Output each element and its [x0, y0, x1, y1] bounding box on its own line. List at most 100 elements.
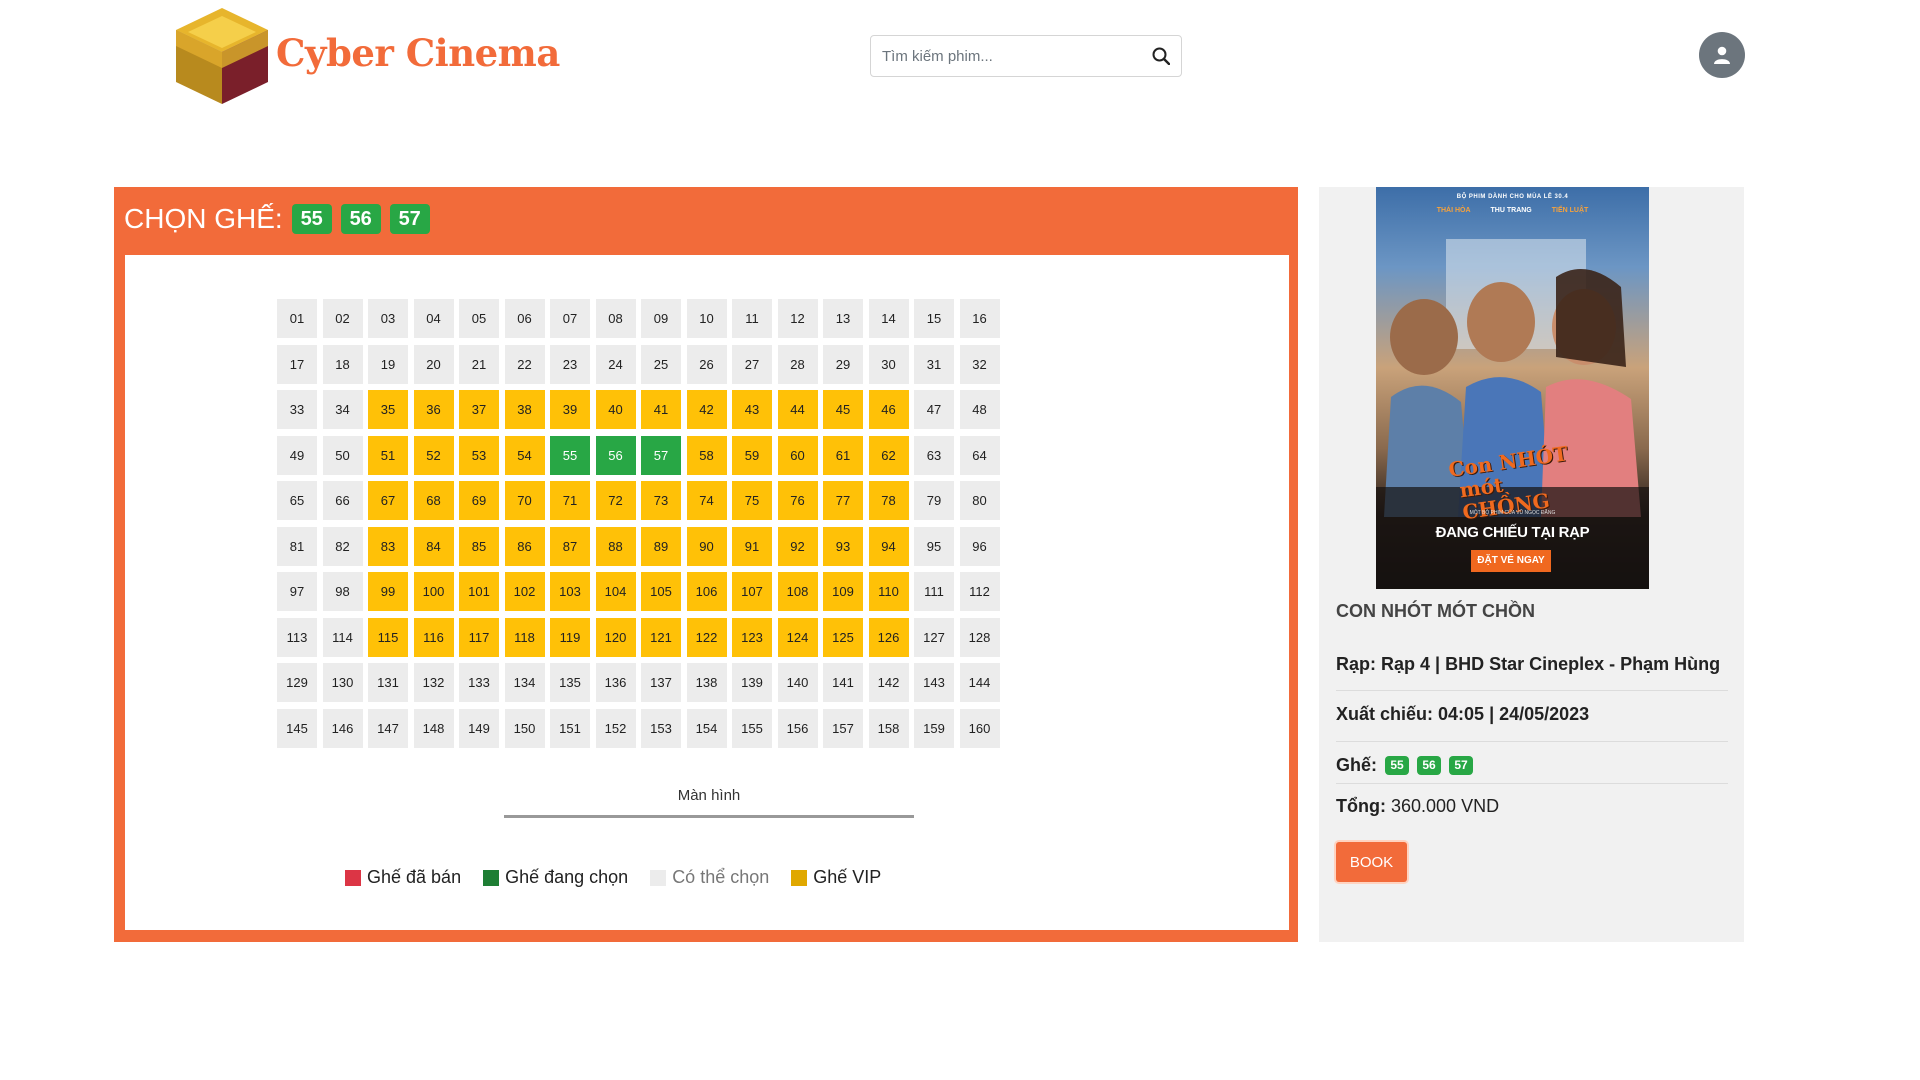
seat-144[interactable]: 144: [959, 663, 1000, 702]
seat-13[interactable]: 13: [823, 299, 863, 338]
seat-48[interactable]: 48: [959, 390, 1000, 429]
book-button[interactable]: BOOK: [1336, 842, 1407, 882]
seat-29[interactable]: 29: [823, 344, 863, 384]
seat-21[interactable]: 21: [459, 344, 499, 384]
seat-93[interactable]: 93: [823, 526, 863, 566]
seat-86[interactable]: 86: [504, 526, 545, 566]
seat-156[interactable]: 156: [777, 708, 818, 748]
seat-109[interactable]: 109: [823, 572, 863, 611]
seat-94[interactable]: 94: [868, 526, 909, 566]
seat-70[interactable]: 70: [504, 481, 545, 520]
seat-66[interactable]: 66: [322, 481, 363, 520]
seat-105[interactable]: 105: [641, 572, 681, 611]
seat-52[interactable]: 52: [413, 435, 454, 475]
seat-01[interactable]: 01: [277, 299, 317, 338]
seat-15[interactable]: 15: [914, 299, 954, 338]
seat-117[interactable]: 117: [459, 617, 499, 657]
seat-130[interactable]: 130: [322, 663, 363, 702]
seat-148[interactable]: 148: [413, 708, 454, 748]
seat-90[interactable]: 90: [686, 526, 727, 566]
seat-78[interactable]: 78: [868, 481, 909, 520]
seat-95[interactable]: 95: [914, 526, 954, 566]
seat-09[interactable]: 09: [641, 299, 681, 338]
seat-41[interactable]: 41: [641, 390, 681, 429]
seat-116[interactable]: 116: [413, 617, 454, 657]
seat-136[interactable]: 136: [595, 663, 636, 702]
seat-139[interactable]: 139: [732, 663, 772, 702]
seat-159[interactable]: 159: [914, 708, 954, 748]
seat-106[interactable]: 106: [686, 572, 727, 611]
seat-112[interactable]: 112: [959, 572, 1000, 611]
seat-140[interactable]: 140: [777, 663, 818, 702]
seat-19[interactable]: 19: [368, 344, 408, 384]
seat-101[interactable]: 101: [459, 572, 499, 611]
seat-138[interactable]: 138: [686, 663, 727, 702]
seat-62[interactable]: 62: [868, 435, 909, 475]
seat-44[interactable]: 44: [777, 390, 818, 429]
seat-58[interactable]: 58: [686, 435, 727, 475]
seat-123[interactable]: 123: [732, 617, 772, 657]
seat-67[interactable]: 67: [368, 481, 408, 520]
seat-03[interactable]: 03: [368, 299, 408, 338]
seat-154[interactable]: 154: [686, 708, 727, 748]
seat-33[interactable]: 33: [277, 390, 317, 429]
seat-150[interactable]: 150: [504, 708, 545, 748]
seat-121[interactable]: 121: [641, 617, 681, 657]
seat-07[interactable]: 07: [550, 299, 590, 338]
seat-51[interactable]: 51: [368, 435, 408, 475]
seat-10[interactable]: 10: [686, 299, 727, 338]
seat-57[interactable]: 57: [641, 435, 681, 475]
seat-85[interactable]: 85: [459, 526, 499, 566]
seat-60[interactable]: 60: [777, 435, 818, 475]
seat-26[interactable]: 26: [686, 344, 727, 384]
seat-151[interactable]: 151: [550, 708, 590, 748]
seat-108[interactable]: 108: [777, 572, 818, 611]
seat-102[interactable]: 102: [504, 572, 545, 611]
seat-160[interactable]: 160: [959, 708, 1000, 748]
seat-45[interactable]: 45: [823, 390, 863, 429]
seat-126[interactable]: 126: [868, 617, 909, 657]
seat-59[interactable]: 59: [732, 435, 772, 475]
seat-107[interactable]: 107: [732, 572, 772, 611]
seat-100[interactable]: 100: [413, 572, 454, 611]
seat-64[interactable]: 64: [959, 435, 1000, 475]
seat-124[interactable]: 124: [777, 617, 818, 657]
seat-76[interactable]: 76: [777, 481, 818, 520]
seat-49[interactable]: 49: [277, 435, 317, 475]
seat-34[interactable]: 34: [322, 390, 363, 429]
seat-80[interactable]: 80: [959, 481, 1000, 520]
seat-87[interactable]: 87: [550, 526, 590, 566]
seat-77[interactable]: 77: [823, 481, 863, 520]
seat-98[interactable]: 98: [322, 572, 363, 611]
seat-127[interactable]: 127: [914, 617, 954, 657]
seat-128[interactable]: 128: [959, 617, 1000, 657]
seat-46[interactable]: 46: [868, 390, 909, 429]
seat-14[interactable]: 14: [868, 299, 909, 338]
seat-122[interactable]: 122: [686, 617, 727, 657]
seat-99[interactable]: 99: [368, 572, 408, 611]
search-input[interactable]: [871, 36, 1141, 76]
seat-35[interactable]: 35: [368, 390, 408, 429]
seat-113[interactable]: 113: [277, 617, 317, 657]
seat-37[interactable]: 37: [459, 390, 499, 429]
seat-118[interactable]: 118: [504, 617, 545, 657]
seat-91[interactable]: 91: [732, 526, 772, 566]
search-icon[interactable]: [1141, 36, 1181, 76]
brand-logo[interactable]: Cyber Cinema: [172, 6, 560, 106]
seat-114[interactable]: 114: [322, 617, 363, 657]
seat-120[interactable]: 120: [595, 617, 636, 657]
seat-84[interactable]: 84: [413, 526, 454, 566]
seat-22[interactable]: 22: [504, 344, 545, 384]
seat-73[interactable]: 73: [641, 481, 681, 520]
seat-104[interactable]: 104: [595, 572, 636, 611]
seat-149[interactable]: 149: [459, 708, 499, 748]
seat-141[interactable]: 141: [823, 663, 863, 702]
seat-18[interactable]: 18: [322, 344, 363, 384]
seat-75[interactable]: 75: [732, 481, 772, 520]
seat-129[interactable]: 129: [277, 663, 317, 702]
seat-92[interactable]: 92: [777, 526, 818, 566]
seat-08[interactable]: 08: [595, 299, 636, 338]
seat-69[interactable]: 69: [459, 481, 499, 520]
seat-32[interactable]: 32: [959, 344, 1000, 384]
seat-43[interactable]: 43: [732, 390, 772, 429]
